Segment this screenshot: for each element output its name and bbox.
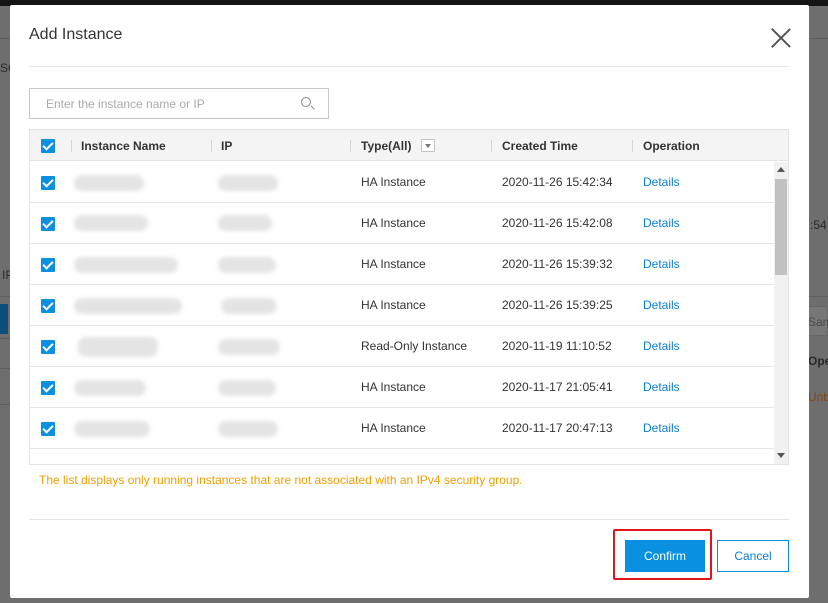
- column-operation: Operation: [643, 139, 700, 153]
- table-row: HA Instance 2020-11-26 15:39:32 Details: [30, 244, 775, 285]
- instance-table: Instance Name IP Type(All) Created Time …: [29, 129, 789, 465]
- details-link[interactable]: Details: [643, 257, 680, 271]
- column-separator: [350, 140, 351, 152]
- redacted-ip: [218, 257, 276, 273]
- column-separator: [211, 140, 212, 152]
- redacted-ip: [218, 175, 278, 191]
- column-ip: IP: [221, 139, 233, 153]
- created-time: 2020-11-26 15:39:25: [502, 298, 613, 312]
- redacted-ip: [218, 380, 276, 396]
- instance-type: HA Instance: [361, 175, 426, 189]
- add-instance-dialog: Add Instance Instance Name IP Type(All) …: [10, 5, 809, 598]
- divider: [29, 66, 789, 67]
- row-checkbox[interactable]: [41, 176, 55, 190]
- type-filter-dropdown-icon[interactable]: [421, 139, 435, 152]
- table-row: Read-Only Instance 2020-11-19 11:10:52 D…: [30, 326, 775, 367]
- table-row: HA Instance 2020-11-26 15:42:08 Details: [30, 203, 775, 244]
- redacted-instance-name: [74, 175, 144, 191]
- created-time: 2020-11-26 15:42:08: [502, 216, 613, 230]
- row-checkbox[interactable]: [41, 340, 55, 354]
- background-text-time: :54: [810, 218, 827, 232]
- column-separator: [632, 140, 633, 152]
- table-row: [30, 449, 775, 462]
- instance-type: HA Instance: [361, 257, 426, 271]
- background-text-unbind: Unbi: [808, 390, 828, 404]
- column-separator: [71, 140, 72, 152]
- redacted-ip: [218, 421, 278, 437]
- details-link[interactable]: Details: [643, 421, 680, 435]
- redacted-instance-name: [74, 215, 148, 231]
- instance-type: Read-Only Instance: [361, 339, 468, 353]
- search-input[interactable]: [30, 89, 290, 118]
- row-checkbox[interactable]: [41, 299, 55, 313]
- created-time: 2020-11-19 11:10:52: [502, 339, 612, 353]
- scroll-down-arrow-icon[interactable]: [777, 453, 785, 458]
- table-scrollbar[interactable]: [774, 162, 788, 464]
- highlight-box: [613, 529, 712, 580]
- table-row: HA Instance 2020-11-17 21:05:41 Details: [30, 367, 775, 408]
- details-link[interactable]: Details: [643, 339, 680, 353]
- redacted-instance-name: [78, 337, 158, 357]
- created-time: 2020-11-17 21:05:41: [502, 380, 613, 394]
- created-time: 2020-11-17 20:47:13: [502, 421, 613, 435]
- search-box: [29, 88, 329, 119]
- column-type: Type(All): [361, 139, 412, 153]
- cancel-button[interactable]: Cancel: [717, 540, 789, 572]
- background-text-search: Sam: [808, 315, 828, 329]
- table-row: HA Instance 2020-11-17 20:47:13 Details: [30, 408, 775, 449]
- table-body: HA Instance 2020-11-26 15:42:34 Details …: [30, 162, 775, 462]
- redacted-instance-name: [74, 298, 182, 314]
- redacted-ip: [218, 339, 280, 355]
- column-instance-name: Instance Name: [81, 139, 166, 153]
- scroll-up-arrow-icon[interactable]: [777, 167, 785, 172]
- row-checkbox[interactable]: [41, 422, 55, 436]
- scroll-thumb[interactable]: [775, 179, 787, 275]
- search-icon[interactable]: [301, 97, 311, 107]
- close-icon[interactable]: [770, 27, 792, 49]
- details-link[interactable]: Details: [643, 298, 680, 312]
- background-button: [0, 304, 8, 334]
- details-link[interactable]: Details: [643, 380, 680, 394]
- table-row: HA Instance 2020-11-26 15:42:34 Details: [30, 162, 775, 203]
- dialog-title: Add Instance: [29, 26, 123, 43]
- instance-type: HA Instance: [361, 380, 426, 394]
- row-checkbox[interactable]: [41, 258, 55, 272]
- divider: [29, 519, 789, 520]
- background-divider: [0, 404, 10, 405]
- background-divider: [0, 368, 10, 369]
- select-all-checkbox[interactable]: [41, 139, 55, 153]
- table-row: HA Instance 2020-11-26 15:39:25 Details: [30, 285, 775, 326]
- table-header: Instance Name IP Type(All) Created Time …: [30, 130, 788, 161]
- column-created-time: Created Time: [502, 139, 578, 153]
- created-time: 2020-11-26 15:39:32: [502, 257, 613, 271]
- column-separator: [491, 140, 492, 152]
- redacted-ip: [218, 215, 272, 231]
- redacted-instance-name: [74, 421, 150, 437]
- row-checkbox[interactable]: [41, 217, 55, 231]
- redacted-instance-name: [74, 257, 178, 273]
- instance-type: HA Instance: [361, 421, 426, 435]
- redacted-ip: [221, 298, 277, 314]
- background-divider: [0, 338, 10, 339]
- row-checkbox[interactable]: [41, 381, 55, 395]
- details-link[interactable]: Details: [643, 175, 680, 189]
- background-text-operation: Oper: [808, 354, 828, 368]
- created-time: 2020-11-26 15:42:34: [502, 175, 613, 189]
- notice-text: The list displays only running instances…: [39, 473, 523, 487]
- instance-type: HA Instance: [361, 216, 426, 230]
- redacted-instance-name: [74, 380, 146, 396]
- instance-type: HA Instance: [361, 298, 426, 312]
- details-link[interactable]: Details: [643, 216, 680, 230]
